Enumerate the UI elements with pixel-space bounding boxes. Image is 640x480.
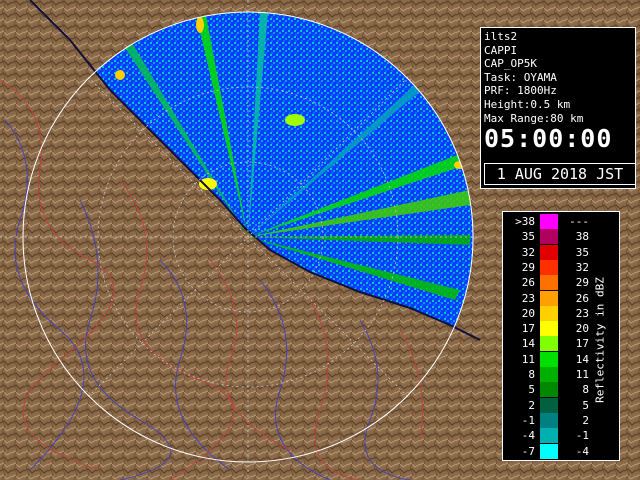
- legend-row: 26 29: [503, 275, 599, 291]
- legend-color-swatch: [540, 214, 558, 229]
- legend-row: -7 -4: [503, 443, 599, 459]
- legend-title: Reflectivity in dBZ: [593, 277, 607, 403]
- legend-high-value: 2: [582, 413, 589, 427]
- legend-color-swatch: [540, 397, 558, 413]
- info-max-range: Max Range:80 km: [484, 111, 584, 125]
- legend-low-value: -4: [521, 429, 535, 443]
- legend-low-value: -7: [521, 444, 535, 458]
- legend-low-value: >38: [515, 215, 535, 228]
- legend-low-value: 26: [521, 276, 535, 290]
- info-site: ilts2: [484, 30, 518, 43]
- legend-color-swatch: [540, 443, 558, 459]
- legend-row: 14 17: [503, 336, 599, 352]
- info-product-name: CAP_OP5K: [484, 57, 537, 71]
- info-height: Height:0.5 km: [484, 97, 571, 111]
- legend-low-value: 23: [521, 291, 535, 305]
- legend-high-value: 20: [575, 322, 589, 336]
- legend-color-swatch: [540, 290, 558, 306]
- legend-high-value: 14: [575, 352, 589, 366]
- legend-row: -1 2: [503, 412, 599, 428]
- info-product: CAPPI: [484, 43, 518, 57]
- legend-row: -4 -1: [503, 428, 599, 444]
- legend-high-value: -1: [575, 429, 589, 443]
- legend-high-value: 38: [575, 230, 589, 244]
- legend-row: >38 ---: [503, 214, 599, 229]
- info-task: Task: OYAMA: [484, 70, 557, 84]
- legend-color-swatch: [540, 229, 558, 245]
- legend-high-value: 35: [575, 245, 589, 259]
- legend-low-value: 14: [521, 337, 535, 351]
- legend-row: 58: [503, 382, 599, 398]
- legend-row: 32 35: [503, 244, 599, 260]
- legend-row: 23 26: [503, 290, 599, 306]
- legend-high-value: 32: [575, 260, 589, 274]
- legend-low-value: -1: [521, 413, 535, 427]
- legend-high-value: 17: [575, 337, 589, 351]
- legend-low-value: 35: [521, 230, 535, 244]
- legend-high-value: 8: [582, 383, 589, 397]
- legend-high-value: 5: [582, 398, 589, 412]
- legend-low-value: 8: [528, 368, 535, 381]
- legend-row: 29 32: [503, 259, 599, 275]
- legend-color-swatch: [540, 244, 558, 260]
- legend-high-value: 23: [575, 306, 589, 320]
- legend-color-swatch: [540, 367, 558, 382]
- echo-cell: [196, 17, 204, 33]
- legend-high-value: ---: [569, 215, 589, 228]
- echo-cell: [285, 114, 305, 126]
- observation-date: 1 AUG 2018 JST: [484, 163, 636, 185]
- legend-row: 8 11: [503, 367, 599, 382]
- legend-low-value: 2: [528, 398, 535, 412]
- legend-row: 25: [503, 397, 599, 413]
- legend-row: 35 38: [503, 229, 599, 245]
- legend-low-value: 17: [521, 322, 535, 336]
- legend-low-value: 29: [521, 260, 535, 274]
- legend-color-swatch: [540, 351, 558, 367]
- legend-low-value: 20: [521, 306, 535, 320]
- legend-row: 17 20: [503, 321, 599, 337]
- legend-color-swatch: [540, 275, 558, 291]
- legend-low-value: 11: [521, 352, 535, 366]
- legend-color-swatch: [540, 412, 558, 428]
- legend-color-swatch: [540, 428, 558, 444]
- info-prf: PRF: 1800Hz: [484, 84, 557, 98]
- legend-row: 11 14: [503, 351, 599, 367]
- legend-high-value: 29: [575, 276, 589, 290]
- legend-color-swatch: [540, 305, 558, 321]
- legend-color-swatch: [540, 382, 558, 398]
- legend-high-value: 26: [575, 291, 589, 305]
- legend-low-value: 32: [521, 245, 535, 259]
- legend-color-swatch: [540, 321, 558, 337]
- echo-cell: [115, 70, 125, 80]
- legend-color-swatch: [540, 259, 558, 275]
- legend-low-value: 5: [528, 383, 535, 397]
- observation-time: 05:00:00: [484, 124, 613, 154]
- legend-high-value: -4: [575, 444, 589, 458]
- legend-high-value: 11: [575, 368, 589, 381]
- legend-row: 20 23: [503, 305, 599, 321]
- legend-color-swatch: [540, 336, 558, 352]
- reflectivity-legend: >38 --- 35 38 32 35 29 32 26 29 23 26 20 23 17 20 14 17 11…: [502, 211, 620, 461]
